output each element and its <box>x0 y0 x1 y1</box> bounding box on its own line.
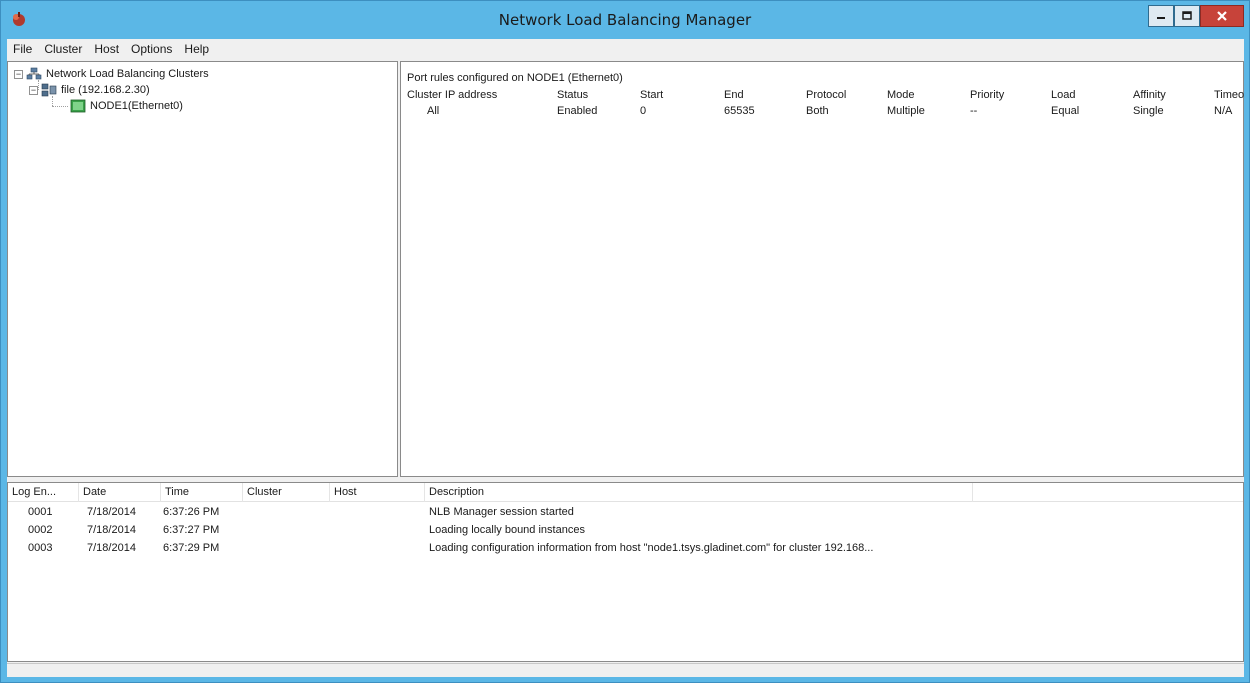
title-bar[interactable]: Network Load Balancing Manager <box>1 1 1249 39</box>
log-row[interactable]: 0001 7/18/2014 6:37:26 PM NLB Manager se… <box>8 504 1243 521</box>
column-header[interactable]: Status <box>557 89 633 101</box>
menu-options[interactable]: Options <box>125 42 178 56</box>
column-header[interactable]: Cluster IP address <box>407 89 547 101</box>
menu-file[interactable]: File <box>7 42 38 56</box>
menu-cluster[interactable]: Cluster <box>38 42 88 56</box>
log-cell: Loading locally bound instances <box>429 524 585 536</box>
cluster-tree[interactable]: − Network Load Balancing Clusters − file… <box>7 61 398 477</box>
log-cell: Loading configuration information from h… <box>429 542 874 554</box>
collapse-icon[interactable]: − <box>29 85 38 95</box>
port-rules-header: Cluster IP address Status Start End Prot… <box>401 89 1244 104</box>
column-header[interactable]: Timeo <box>1214 89 1244 101</box>
log-column-header[interactable]: Time <box>161 483 243 502</box>
log-row[interactable]: 0003 7/18/2014 6:37:29 PM Loading config… <box>8 540 1243 557</box>
port-rules-pane: Port rules configured on NODE1 (Ethernet… <box>400 61 1244 477</box>
menu-help[interactable]: Help <box>178 42 215 56</box>
table-cell: -- <box>970 105 978 117</box>
log-cell: 0001 <box>28 506 53 518</box>
column-header[interactable]: Affinity <box>1133 89 1209 101</box>
column-header[interactable]: Load <box>1051 89 1127 101</box>
close-icon <box>1217 11 1227 21</box>
cluster-icon <box>41 83 57 97</box>
column-header[interactable]: Mode <box>887 89 963 101</box>
collapse-icon[interactable]: − <box>14 69 23 79</box>
tree-label-root: Network Load Balancing Clusters <box>46 68 209 80</box>
log-column-header[interactable]: Cluster <box>243 483 330 502</box>
log-cell: 0002 <box>28 524 53 536</box>
table-cell: Equal <box>1051 105 1080 117</box>
log-cell: NLB Manager session started <box>429 506 574 518</box>
menu-bar: File Cluster Host Options Help <box>7 39 1244 59</box>
tree-label-cluster: file (192.168.2.30) <box>61 84 150 96</box>
client-area: − Network Load Balancing Clusters − file… <box>7 59 1244 677</box>
log-pane: Log En... Date Time Cluster Host Descrip… <box>7 482 1244 662</box>
maximize-icon <box>1182 11 1192 20</box>
log-row[interactable]: 0002 7/18/2014 6:37:27 PM Loading locall… <box>8 522 1243 539</box>
maximize-button[interactable] <box>1174 5 1200 27</box>
log-cell: 6:37:26 PM <box>163 506 220 518</box>
log-column-header[interactable]: Log En... <box>8 483 79 502</box>
log-column-header[interactable]: Date <box>79 483 161 502</box>
log-cell: 7/18/2014 <box>87 542 136 554</box>
table-cell: N/A <box>1214 105 1233 117</box>
log-cell: 6:37:29 PM <box>163 542 220 554</box>
table-cell: Multiple <box>887 105 925 117</box>
minimize-button[interactable] <box>1148 5 1174 27</box>
log-cell: 7/18/2014 <box>87 506 136 518</box>
log-column-header[interactable]: Host <box>330 483 425 502</box>
close-button[interactable] <box>1200 5 1244 27</box>
tree-item-node[interactable]: NODE1(Ethernet0) <box>70 98 183 114</box>
status-bar <box>7 663 1244 677</box>
menu-host[interactable]: Host <box>88 42 125 56</box>
table-cell: 65535 <box>724 105 755 117</box>
log-cell: 6:37:27 PM <box>163 524 220 536</box>
tree-item-cluster[interactable]: − file (192.168.2.30) <box>29 82 150 98</box>
port-rules-caption: Port rules configured on NODE1 (Ethernet… <box>407 72 623 84</box>
column-header[interactable]: Priority <box>970 89 1046 101</box>
tree-item-root[interactable]: − Network Load Balancing Clusters <box>14 66 209 82</box>
table-cell: Enabled <box>557 105 598 117</box>
table-cell: Both <box>806 105 829 117</box>
log-header: Log En... Date Time Cluster Host Descrip… <box>8 483 1243 502</box>
main-window: Network Load Balancing Manager File Clus… <box>0 0 1250 683</box>
table-cell: All <box>427 105 440 117</box>
log-column-header[interactable]: Description <box>425 483 973 502</box>
tree-connector <box>52 106 68 107</box>
table-cell: 0 <box>640 105 647 117</box>
column-header[interactable]: Start <box>640 89 716 101</box>
log-cell: 0003 <box>28 542 53 554</box>
column-header[interactable]: End <box>724 89 800 101</box>
table-row[interactable]: All Enabled 0 65535 Both Multiple -- Equ… <box>401 105 1243 120</box>
minimize-icon <box>1157 17 1165 19</box>
tree-label-node: NODE1(Ethernet0) <box>90 100 183 112</box>
window-title: Network Load Balancing Manager <box>498 11 752 29</box>
table-cell: Single <box>1133 105 1164 117</box>
log-cell: 7/18/2014 <box>87 524 136 536</box>
column-header[interactable]: Protocol <box>806 89 882 101</box>
clusters-icon <box>26 67 42 80</box>
host-node-icon <box>70 99 86 113</box>
